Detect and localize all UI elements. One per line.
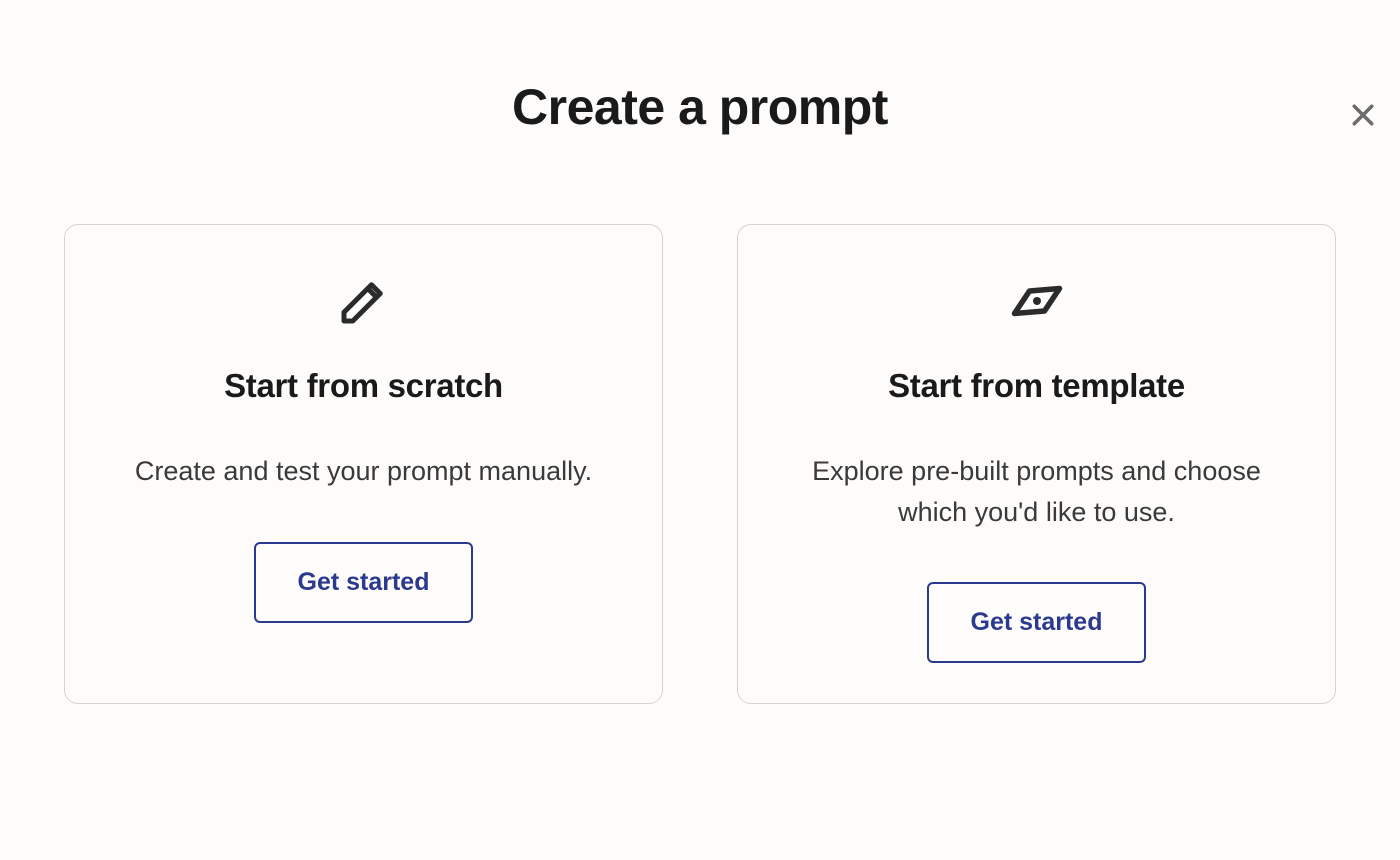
card-start-from-template: Start from template Explore pre-built pr…	[737, 224, 1336, 704]
compass-icon	[1007, 271, 1067, 331]
close-icon	[1348, 100, 1378, 135]
get-started-template-button[interactable]: Get started	[927, 582, 1147, 663]
card-template-description: Explore pre-built prompts and choose whi…	[797, 451, 1277, 532]
card-template-title: Start from template	[888, 367, 1185, 405]
cards-container: Start from scratch Create and test your …	[0, 224, 1400, 704]
close-button[interactable]	[1348, 100, 1378, 135]
pencil-icon	[334, 271, 394, 331]
get-started-scratch-button[interactable]: Get started	[254, 542, 474, 623]
card-start-from-scratch: Start from scratch Create and test your …	[64, 224, 663, 704]
card-scratch-title: Start from scratch	[224, 367, 503, 405]
card-scratch-description: Create and test your prompt manually.	[135, 451, 592, 492]
modal-title: Create a prompt	[0, 78, 1400, 136]
